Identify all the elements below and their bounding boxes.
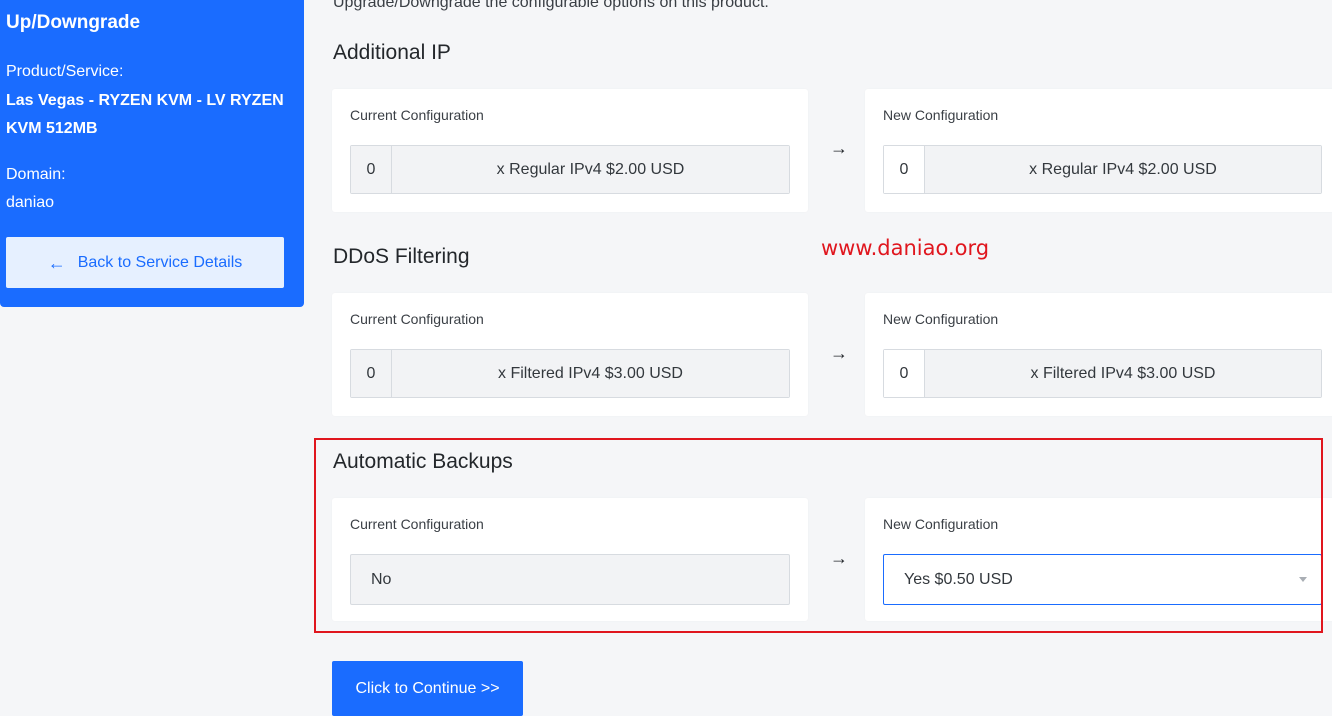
product-label: Product/Service:: [6, 63, 124, 80]
arrow-left-icon: ←: [47, 252, 66, 273]
current-qty-addon: x Filtered IPv4 $3.00 USD: [392, 350, 789, 397]
arrow-right-icon: →: [830, 343, 848, 363]
current-config-card: Current Configuration 0 x Regular IPv4 $…: [332, 89, 808, 212]
current-qty-group: 0 x Regular IPv4 $2.00 USD: [350, 145, 790, 194]
new-config-card: New Configuration Yes $0.50 USD: [865, 498, 1332, 621]
current-qty-addon: x Regular IPv4 $2.00 USD: [392, 146, 789, 193]
intro-text: Upgrade/Downgrade the configurable optio…: [333, 0, 769, 11]
new-qty-addon: x Regular IPv4 $2.00 USD: [925, 146, 1321, 193]
new-qty-input[interactable]: 0: [884, 350, 925, 397]
current-qty-field: 0: [351, 350, 392, 397]
current-backup-value: No: [350, 554, 790, 605]
continue-button[interactable]: Click to Continue >>: [332, 661, 523, 716]
new-qty-group: 0 x Filtered IPv4 $3.00 USD: [883, 349, 1322, 398]
product-name: Las Vegas - RYZEN KVM - LV RYZEN KVM 512…: [6, 92, 284, 137]
sidebar-panel: Up/Downgrade Product/Service: Las Vegas …: [0, 0, 304, 307]
backup-option-select[interactable]: Yes $0.50 USD: [883, 554, 1322, 605]
current-config-label: Current Configuration: [350, 107, 484, 123]
current-qty-field: 0: [351, 146, 392, 193]
sidebar-title: Up/Downgrade: [6, 12, 141, 33]
section-title-automatic-backups: Automatic Backups: [333, 450, 513, 473]
chevron-down-icon: [1299, 577, 1307, 582]
current-config-card: Current Configuration 0 x Filtered IPv4 …: [332, 293, 808, 416]
watermark-text: www.daniao.org: [821, 236, 990, 260]
backup-option-selected-value: Yes $0.50 USD: [904, 570, 1013, 588]
domain-label: Domain:: [6, 166, 66, 183]
new-qty-input[interactable]: 0: [884, 146, 925, 193]
arrow-right-icon: →: [830, 548, 848, 568]
current-qty-group: 0 x Filtered IPv4 $3.00 USD: [350, 349, 790, 398]
current-config-card: Current Configuration No: [332, 498, 808, 621]
domain-value: daniao: [6, 194, 55, 211]
new-config-label: New Configuration: [883, 516, 999, 532]
new-qty-addon: x Filtered IPv4 $3.00 USD: [925, 350, 1321, 397]
new-config-card: New Configuration 0 x Filtered IPv4 $3.0…: [865, 293, 1332, 416]
new-qty-group: 0 x Regular IPv4 $2.00 USD: [883, 145, 1322, 194]
new-config-label: New Configuration: [883, 311, 999, 327]
current-config-label: Current Configuration: [350, 516, 484, 532]
back-button-label: Back to Service Details: [77, 253, 243, 271]
section-title-ddos-filtering: DDoS Filtering: [333, 245, 470, 268]
new-config-label: New Configuration: [883, 107, 999, 123]
new-config-card: New Configuration 0 x Regular IPv4 $2.00…: [865, 89, 1332, 212]
section-title-additional-ip: Additional IP: [333, 41, 451, 64]
back-to-service-details-button[interactable]: ← Back to Service Details: [6, 237, 284, 288]
current-config-label: Current Configuration: [350, 311, 484, 327]
arrow-right-icon: →: [830, 138, 848, 158]
